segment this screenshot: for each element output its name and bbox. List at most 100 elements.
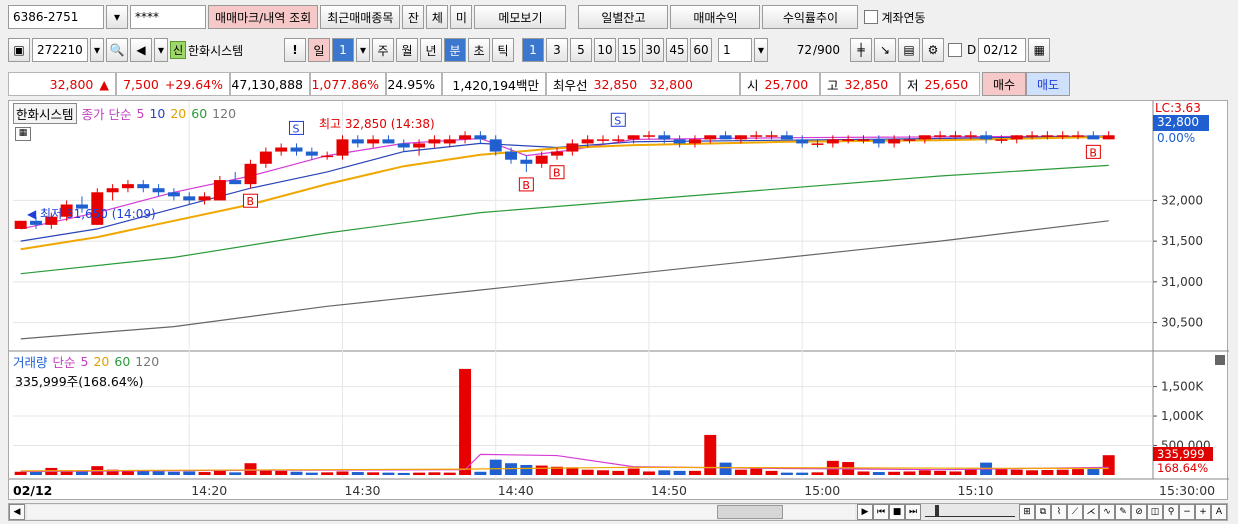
ma120-line bbox=[20, 220, 1109, 340]
sell-button[interactable]: 매도 bbox=[1026, 72, 1070, 96]
scroll-track[interactable] bbox=[27, 505, 855, 519]
volume-bar bbox=[719, 462, 732, 475]
price-series-name[interactable]: 한화시스템 bbox=[13, 103, 77, 124]
text-icon[interactable]: A bbox=[1211, 504, 1227, 520]
scroll-left-icon[interactable]: ◀ bbox=[9, 504, 25, 520]
line-tool-icon[interactable]: ↘ bbox=[874, 38, 896, 62]
candle-body bbox=[750, 135, 763, 137]
time-tick-label: 15:30:00 bbox=[1159, 483, 1215, 498]
ma5-line bbox=[20, 135, 1109, 230]
balance-button[interactable]: 잔 bbox=[402, 5, 425, 29]
chart-icon[interactable]: ⌇ bbox=[1051, 504, 1067, 520]
magnet-icon[interactable]: ⊘ bbox=[1131, 504, 1147, 520]
time-tick-label: 14:20 bbox=[191, 483, 227, 498]
shapes-icon[interactable]: ◫ bbox=[1147, 504, 1163, 520]
volume-bar bbox=[612, 470, 625, 475]
daily-balance-button[interactable]: 일별잔고 bbox=[578, 5, 669, 29]
zoom-slider[interactable] bbox=[925, 505, 1015, 517]
date-checkbox[interactable] bbox=[948, 43, 962, 57]
second-button[interactable]: 초 bbox=[468, 38, 490, 62]
excl-button[interactable]: ! bbox=[284, 38, 306, 62]
search-icon[interactable]: 🔍 bbox=[106, 38, 128, 62]
change-value: 7,500 bbox=[123, 76, 159, 92]
zoom-out-icon[interactable]: − bbox=[1179, 504, 1195, 520]
interval-3[interactable]: 3 bbox=[546, 38, 568, 62]
volume-bar bbox=[688, 470, 701, 475]
password-input[interactable]: **** bbox=[130, 5, 206, 29]
trendline-icon[interactable]: ⟋ bbox=[1067, 504, 1083, 520]
candle-body bbox=[137, 184, 150, 189]
week-button[interactable]: 주 bbox=[372, 38, 394, 62]
gear-icon[interactable]: ⚙ bbox=[922, 38, 944, 62]
day-dropdown[interactable]: ▾ bbox=[356, 38, 370, 62]
draw-icon[interactable]: ✎ bbox=[1115, 504, 1131, 520]
chart-scroll-bar[interactable]: ◀ ▶ ⏮ ■ ⏭ ⊞ ⧉ ⌇ ⟋ ⋌ ∿ ✎ ⊘ ◫ ⚲ − + A bbox=[8, 503, 1228, 521]
interval-15[interactable]: 15 bbox=[618, 38, 640, 62]
count-input[interactable]: 1 bbox=[718, 38, 752, 62]
memo-view-button[interactable]: 메모보기 bbox=[474, 5, 567, 29]
interval-60[interactable]: 60 bbox=[690, 38, 712, 62]
count-dropdown[interactable]: ▾ bbox=[754, 38, 768, 62]
trade-profit-button[interactable]: 매매수익 bbox=[670, 5, 761, 29]
stock-code-input[interactable]: 272210 bbox=[32, 38, 88, 62]
interval-30[interactable]: 30 bbox=[642, 38, 664, 62]
volume-bar bbox=[382, 472, 395, 475]
arrow-down-icon[interactable]: ▾ bbox=[154, 38, 168, 62]
buy-signal-label: B bbox=[553, 167, 561, 180]
crosshair-icon[interactable]: ⊞ bbox=[1019, 504, 1035, 520]
day-value[interactable]: 1 bbox=[332, 38, 354, 62]
zoom-slider-handle[interactable] bbox=[935, 505, 939, 517]
account-dropdown-button[interactable]: ▾ bbox=[106, 5, 128, 29]
count-range-max: /900 bbox=[813, 43, 840, 57]
minute-button[interactable]: 분 bbox=[444, 38, 466, 62]
fan-icon[interactable]: ⋌ bbox=[1083, 504, 1099, 520]
unfilled-button[interactable]: 미 bbox=[450, 5, 473, 29]
recent-trades-button[interactable]: 최근매매종목 bbox=[320, 5, 401, 29]
scroll-thumb[interactable] bbox=[717, 505, 783, 519]
scroll-next-icon[interactable]: ▶ bbox=[857, 504, 873, 520]
scroll-last-icon[interactable]: ⏭ bbox=[905, 504, 921, 520]
chart-panel[interactable]: 32,000 31,500 31,000 30,500 1,500K 1,000K 500,… bbox=[8, 100, 1229, 501]
tick-button[interactable]: 틱 bbox=[492, 38, 514, 62]
stop-icon[interactable]: ■ bbox=[889, 504, 905, 520]
zoom-in-icon[interactable]: + bbox=[1195, 504, 1211, 520]
day-button[interactable]: 일 bbox=[308, 38, 330, 62]
month-button[interactable]: 월 bbox=[396, 38, 418, 62]
candle-body bbox=[888, 139, 901, 144]
buy-button[interactable]: 매수 bbox=[982, 72, 1026, 96]
date-input[interactable]: 02/12 bbox=[978, 38, 1027, 62]
interval-5[interactable]: 5 bbox=[570, 38, 592, 62]
volume-bar bbox=[167, 471, 180, 475]
time-tick-label: 14:30 bbox=[344, 483, 380, 498]
filled-button[interactable]: 체 bbox=[426, 5, 449, 29]
panel-close-icon[interactable] bbox=[1215, 355, 1225, 365]
wave-icon[interactable]: ∿ bbox=[1099, 504, 1115, 520]
candle-body bbox=[305, 151, 318, 156]
save-icon[interactable]: ▤ bbox=[898, 38, 920, 62]
account-link-checkbox[interactable]: 계좌연동 bbox=[864, 9, 926, 26]
volume-bar bbox=[229, 472, 242, 475]
volume-series-name[interactable]: 거래량 bbox=[13, 352, 48, 371]
scroll-first-icon[interactable]: ⏮ bbox=[873, 504, 889, 520]
checkbox-box[interactable] bbox=[864, 10, 879, 24]
magnify-icon[interactable]: ⚲ bbox=[1163, 504, 1179, 520]
account-input[interactable]: 6386-2751 bbox=[8, 5, 104, 29]
vma5-line bbox=[20, 453, 1109, 473]
volume-bar bbox=[1041, 469, 1054, 475]
volume-bar bbox=[14, 471, 27, 475]
code-dropdown-button[interactable]: ▾ bbox=[90, 38, 104, 62]
profit-rate-button[interactable]: 수익률추이 bbox=[762, 5, 859, 29]
layout-icon[interactable]: ▣ bbox=[8, 38, 30, 62]
trade-mark-query-button[interactable]: 매매마크/내역 조회 bbox=[208, 5, 319, 29]
year-button[interactable]: 년 bbox=[420, 38, 442, 62]
candle-tool-icon[interactable]: ╪ bbox=[850, 38, 872, 62]
interval-10[interactable]: 10 bbox=[594, 38, 616, 62]
window-icon[interactable]: ⧉ bbox=[1035, 504, 1051, 520]
low-label: 저 bbox=[907, 77, 919, 93]
calendar-icon[interactable]: ▦ bbox=[1028, 38, 1051, 62]
speaker-icon[interactable]: ◀ bbox=[130, 38, 152, 62]
price-volume-chart[interactable]: 32,00031,50031,00030,5001,500K1,000K500,… bbox=[9, 101, 1229, 501]
interval-1[interactable]: 1 bbox=[522, 38, 544, 62]
table-icon[interactable]: ▦ bbox=[15, 127, 31, 141]
interval-45[interactable]: 45 bbox=[666, 38, 688, 62]
